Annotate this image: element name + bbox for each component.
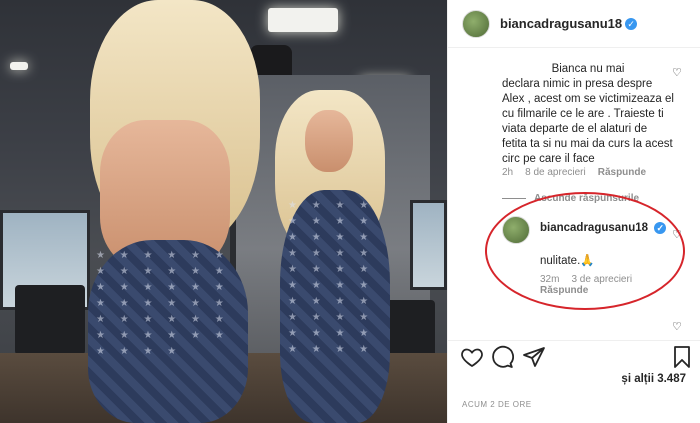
- hide-replies-dash: [502, 198, 526, 199]
- reflection-bodysuit: [280, 190, 390, 423]
- reply-text: nulitate.🙏: [540, 255, 595, 267]
- comment-text-body: declara nimic in presa despre Alex , ace…: [502, 78, 674, 165]
- verified-badge-icon: ✓: [654, 222, 667, 234]
- comment-meta: 2h 8 de aprecieri Răspunde: [502, 167, 646, 178]
- comment-icon[interactable]: [490, 345, 514, 369]
- avatar[interactable]: [462, 9, 490, 38]
- post-header: biancadragusanu18 ✓: [448, 0, 700, 48]
- verified-badge-icon: ✓: [625, 17, 638, 30]
- post-username[interactable]: biancadragusanu18: [500, 16, 622, 31]
- hide-replies-button[interactable]: Ascunde răspunsurile: [502, 193, 639, 204]
- comment-like-heart-icon[interactable]: ♡: [672, 66, 682, 79]
- reply-likes[interactable]: 3 de aprecieri: [571, 274, 632, 285]
- reply-time: 32m: [540, 274, 560, 285]
- reply-reply-button[interactable]: Răspunde: [540, 285, 588, 296]
- heart-icon[interactable]: [460, 345, 484, 369]
- gym-window: [410, 200, 447, 290]
- reply-avatar[interactable]: [502, 216, 530, 244]
- ceiling-light: [268, 8, 338, 32]
- post-timestamp[interactable]: ACUM 2 DE ORE: [462, 400, 532, 409]
- comment-reply-button[interactable]: Răspunde: [598, 167, 646, 178]
- post-side-panel: biancadragusanu18 ✓ Bianca nu mai declar…: [447, 0, 700, 423]
- reply-username-line: biancadragusanu18 ✓: [540, 222, 667, 234]
- bookmark-icon[interactable]: [670, 345, 694, 369]
- comment-time: 2h: [502, 167, 514, 178]
- post-photo[interactable]: [0, 0, 447, 423]
- ceiling-light: [10, 62, 28, 70]
- treadmill: [15, 285, 85, 355]
- reply-like-heart-icon[interactable]: ♡: [672, 228, 682, 241]
- comment-text: Bianca nu mai declara nimic in presa des…: [502, 62, 674, 167]
- foreground-bodysuit: [88, 240, 248, 423]
- comment-text-line1: Bianca nu mai: [551, 63, 625, 75]
- hide-replies-label: Ascunde răspunsurile: [534, 193, 640, 204]
- comment-likes[interactable]: 8 de aprecieri: [525, 167, 586, 178]
- reply-meta: 32m 3 de aprecieri: [540, 274, 632, 285]
- likes-count[interactable]: și alții 3.487: [621, 373, 686, 385]
- share-icon[interactable]: [522, 345, 546, 369]
- reply-username[interactable]: biancadragusanu18: [540, 222, 648, 234]
- reflection-face: [305, 110, 353, 172]
- extra-like-heart-icon[interactable]: ♡: [672, 320, 682, 333]
